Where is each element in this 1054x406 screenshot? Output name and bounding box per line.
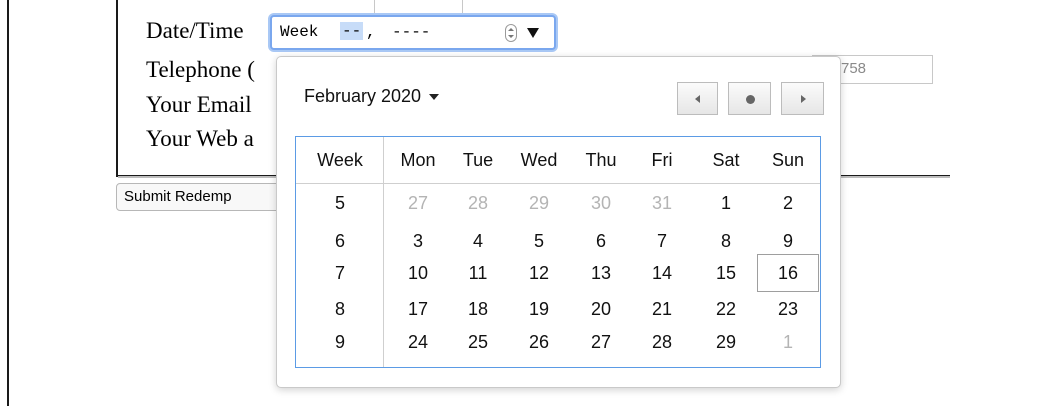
day-cell[interactable]: 14 <box>637 258 687 288</box>
previous-field-input[interactable] <box>374 0 463 14</box>
day-cell[interactable]: 27 <box>576 327 626 357</box>
day-cell[interactable]: 26 <box>514 327 564 357</box>
week-number-segment[interactable]: -- <box>340 22 364 40</box>
day-cell[interactable]: 9 <box>763 226 813 256</box>
week-column-divider <box>383 137 384 367</box>
day-cell[interactable]: 17 <box>393 294 443 324</box>
day-cell[interactable]: 29 <box>701 327 751 357</box>
day-cell[interactable]: 20 <box>576 294 626 324</box>
day-cell[interactable]: 30 <box>576 188 626 218</box>
day-cell[interactable]: 31 <box>637 188 687 218</box>
day-cell[interactable]: 24 <box>393 327 443 357</box>
day-cell[interactable]: 29 <box>514 188 564 218</box>
email-label: Your Email <box>146 92 252 117</box>
day-cell[interactable]: 25 <box>453 327 503 357</box>
weekday-header-mon: Mon <box>400 150 436 170</box>
day-cell[interactable]: 15 <box>701 258 751 288</box>
day-cell[interactable]: 10 <box>393 258 443 288</box>
month-navigation <box>677 82 824 115</box>
web-address-label: Your Web a <box>146 126 254 151</box>
week-prefix: Week <box>280 23 319 41</box>
day-cell[interactable]: 12 <box>514 258 564 288</box>
day-cell[interactable]: 11 <box>453 258 503 288</box>
week-number-cell[interactable]: 6 <box>315 226 365 256</box>
weekday-header-sat: Sat <box>712 150 740 170</box>
spin-button-icon[interactable] <box>505 24 517 42</box>
week-number-cell[interactable]: 7 <box>315 258 365 288</box>
day-cell[interactable]: 22 <box>701 294 751 324</box>
day-cell[interactable]: 28 <box>637 327 687 357</box>
next-month-icon <box>801 95 806 103</box>
weekday-header-tue: Tue <box>462 150 494 170</box>
day-cell[interactable]: 18 <box>453 294 503 324</box>
previous-month-icon <box>695 95 700 103</box>
day-cell[interactable]: 4 <box>453 226 503 256</box>
month-year-selector[interactable]: February 2020 <box>304 86 440 107</box>
weekday-header-thu: Thu <box>585 150 617 170</box>
day-cell[interactable]: 21 <box>637 294 687 324</box>
year-segment[interactable]: ---- <box>392 23 430 41</box>
calendar-grid: Week Mon Tue Wed Thu Fri Sat Sun 5 27 28 29 30 31 1 2 6 3… <box>295 136 821 368</box>
day-cell[interactable]: 7 <box>637 226 687 256</box>
weekday-header-sun: Sun <box>771 150 805 170</box>
dropdown-arrow-icon[interactable] <box>527 28 539 38</box>
day-cell[interactable]: 23 <box>763 294 813 324</box>
day-cell[interactable]: 27 <box>393 188 443 218</box>
weekday-header-fri: Fri <box>651 150 673 170</box>
day-cell[interactable]: 5 <box>514 226 564 256</box>
header-divider <box>296 183 820 184</box>
next-month-button[interactable] <box>781 82 824 115</box>
week-number-cell[interactable]: 8 <box>315 294 365 324</box>
page-left-border <box>7 0 9 406</box>
date-time-label: Date/Time <box>146 18 244 43</box>
day-cell[interactable]: 1 <box>701 188 751 218</box>
previous-month-button[interactable] <box>677 82 718 115</box>
week-number-cell[interactable]: 9 <box>315 327 365 357</box>
day-cell[interactable]: 1 <box>763 327 813 357</box>
chevron-down-icon <box>429 94 440 101</box>
today-button[interactable] <box>728 82 771 115</box>
day-cell[interactable]: 3 <box>393 226 443 256</box>
day-cell[interactable]: 19 <box>514 294 564 324</box>
day-cell[interactable]: 8 <box>701 226 751 256</box>
day-cell[interactable]: 6 <box>576 226 626 256</box>
day-cell[interactable]: 28 <box>453 188 503 218</box>
weekday-header-week: Week <box>317 150 363 170</box>
week-input[interactable]: Week -- , ---- <box>270 15 556 50</box>
week-separator: , <box>366 23 376 41</box>
weekday-header-wed: Wed <box>520 150 558 170</box>
day-cell[interactable]: 13 <box>576 258 626 288</box>
telephone-label: Telephone ( <box>146 57 255 82</box>
day-cell[interactable]: 2 <box>763 188 813 218</box>
today-dot-icon <box>746 95 755 104</box>
week-picker-popup: February 2020 Week Mon Tue Wed Thu Fri Sat Sun 5… <box>276 56 841 388</box>
month-year-label: February 2020 <box>304 86 422 106</box>
week-number-cell[interactable]: 5 <box>315 188 365 218</box>
submit-redemption-button[interactable]: Submit Redemp <box>116 183 284 211</box>
today-day-cell[interactable]: 16 <box>757 254 819 292</box>
